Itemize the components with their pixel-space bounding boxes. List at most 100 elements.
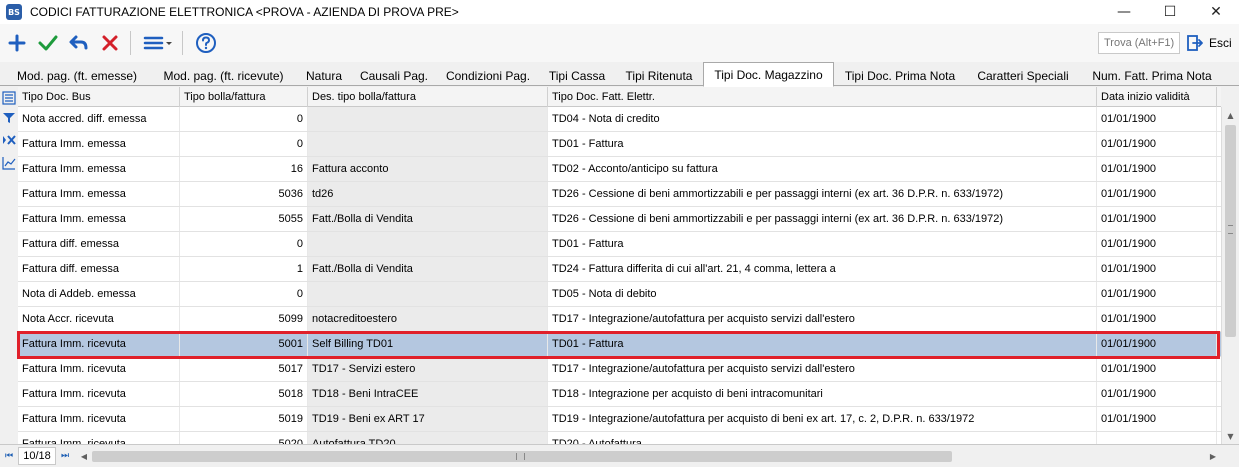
tab-caratteri-speciali[interactable]: Caratteri Speciali bbox=[966, 65, 1080, 86]
table-cell[interactable]: Fattura Imm. emessa bbox=[18, 182, 180, 206]
vertical-scrollbar[interactable]: ▲ ▼ bbox=[1221, 107, 1239, 444]
table-cell[interactable]: TD05 - Nota di debito bbox=[548, 282, 1097, 306]
table-cell[interactable]: 01/01/1900 bbox=[1097, 282, 1217, 306]
scroll-left-icon[interactable]: ◀ bbox=[76, 448, 92, 465]
add-button[interactable] bbox=[3, 28, 31, 58]
column-header[interactable]: Des. tipo bolla/fattura bbox=[308, 87, 548, 107]
table-cell[interactable]: TD01 - Fattura bbox=[548, 232, 1097, 256]
table-cell[interactable]: Nota di Addeb. emessa bbox=[18, 282, 180, 306]
table-cell[interactable]: TD19 - Beni ex ART 17 bbox=[308, 407, 548, 431]
table-cell[interactable]: TD17 - Integrazione/autofattura per acqu… bbox=[548, 307, 1097, 331]
table-cell[interactable]: 0 bbox=[180, 132, 308, 156]
table-cell[interactable]: TD24 - Fattura differita di cui all'art.… bbox=[548, 257, 1097, 281]
table-cell[interactable]: TD01 - Fattura bbox=[548, 132, 1097, 156]
table-cell[interactable]: TD18 - Beni IntraCEE bbox=[308, 382, 548, 406]
table-cell[interactable]: Fattura Imm. emessa bbox=[18, 157, 180, 181]
table-cell[interactable]: 0 bbox=[180, 232, 308, 256]
table-row[interactable]: Nota accred. diff. emessa 0 TD04 - Nota di… bbox=[18, 107, 1221, 132]
table-cell[interactable]: 01/01/1900 bbox=[1097, 182, 1217, 206]
last-record-icon[interactable]: ⏭ bbox=[58, 449, 72, 463]
column-chooser-button[interactable] bbox=[1, 90, 17, 106]
table-cell[interactable]: 01/01/1900 bbox=[1097, 107, 1217, 131]
table-cell[interactable]: 01/01/1900 bbox=[1097, 207, 1217, 231]
tab-tipi-doc-prima-nota[interactable]: Tipi Doc. Prima Nota bbox=[836, 65, 964, 86]
table-cell[interactable]: Autofattura TD20 bbox=[308, 432, 548, 444]
filter-button[interactable] bbox=[1, 110, 17, 126]
table-cell[interactable]: 01/01/1900 bbox=[1097, 307, 1217, 331]
delete-button[interactable] bbox=[96, 28, 124, 58]
table-cell[interactable]: 01/01/1900 bbox=[1097, 407, 1217, 431]
tab-mod-pag-ricevute[interactable]: Mod. pag. (ft. ricevute) bbox=[151, 65, 296, 86]
table-cell[interactable]: Fattura Imm. ricevuta bbox=[18, 357, 180, 381]
help-button[interactable] bbox=[192, 28, 220, 58]
clear-filter-button[interactable] bbox=[1, 132, 17, 148]
table-cell[interactable]: 0 bbox=[180, 282, 308, 306]
column-header[interactable]: Tipo bolla/fattura bbox=[180, 87, 308, 107]
tab-num-fatt-prima-nota[interactable]: Num. Fatt. Prima Nota bbox=[1082, 65, 1222, 86]
tab-mod-pag-emesse[interactable]: Mod. pag. (ft. emesse) bbox=[3, 65, 151, 86]
table-row[interactable]: Fattura Imm. emessa 16 Fattura acconto TD02… bbox=[18, 157, 1221, 182]
exit-button[interactable]: Esci bbox=[1186, 31, 1232, 55]
scroll-right-icon[interactable]: ▶ bbox=[1205, 448, 1221, 465]
table-cell[interactable]: TD17 - Servizi estero bbox=[308, 357, 548, 381]
close-button[interactable]: ✕ bbox=[1193, 0, 1239, 24]
table-cell[interactable]: Fattura Imm. ricevuta bbox=[18, 382, 180, 406]
table-cell[interactable]: Fattura Imm. emessa bbox=[18, 207, 180, 231]
table-cell[interactable]: 1 bbox=[180, 257, 308, 281]
table-cell[interactable]: 16 bbox=[180, 157, 308, 181]
chart-button[interactable] bbox=[1, 155, 17, 171]
table-cell[interactable]: td26 bbox=[308, 182, 548, 206]
minimize-button[interactable]: — bbox=[1101, 0, 1147, 24]
tab-tipi-doc-magazzino[interactable]: Tipi Doc. Magazzino bbox=[703, 62, 834, 87]
table-cell[interactable]: Fatt./Bolla di Vendita bbox=[308, 257, 548, 281]
table-row[interactable]: Nota di Addeb. emessa 0 TD05 - Nota di deb… bbox=[18, 282, 1221, 307]
table-cell[interactable]: Fattura Imm. emessa bbox=[18, 132, 180, 156]
column-header[interactable]: Data inizio validità bbox=[1097, 87, 1217, 107]
table-cell[interactable] bbox=[308, 132, 548, 156]
table-row[interactable]: Fattura diff. emessa 0 TD01 - Fattura 01/01… bbox=[18, 232, 1221, 257]
table-cell[interactable]: 5055 bbox=[180, 207, 308, 231]
table-row[interactable]: Fattura Imm. emessa 0 TD01 - Fattura 01/01/… bbox=[18, 132, 1221, 157]
table-cell[interactable]: 01/01/1900 bbox=[1097, 232, 1217, 256]
table-cell[interactable]: TD17 - Integrazione/autofattura per acqu… bbox=[548, 357, 1097, 381]
table-cell[interactable]: TD19 - Integrazione/autofattura per acqu… bbox=[548, 407, 1097, 431]
menu-button[interactable] bbox=[140, 28, 176, 58]
table-cell[interactable]: Fattura acconto bbox=[308, 157, 548, 181]
table-cell[interactable]: 0 bbox=[180, 107, 308, 131]
table-cell[interactable]: TD26 - Cessione di beni ammortizzabili e… bbox=[548, 207, 1097, 231]
tab-natura[interactable]: Natura bbox=[298, 65, 350, 86]
table-cell[interactable]: 5018 bbox=[180, 382, 308, 406]
table-cell[interactable]: notacreditoestero bbox=[308, 307, 548, 331]
maximize-button[interactable]: ☐ bbox=[1147, 0, 1193, 24]
table-cell[interactable]: TD18 - Integrazione per acquisto di beni… bbox=[548, 382, 1097, 406]
table-cell[interactable]: Fattura Imm. ricevuta bbox=[18, 407, 180, 431]
table-cell[interactable]: Fattura diff. emessa bbox=[18, 257, 180, 281]
table-cell[interactable] bbox=[1097, 432, 1217, 444]
table-cell[interactable]: 5099 bbox=[180, 307, 308, 331]
table-row[interactable]: Fattura Imm. ricevuta 5017 TD17 - Servizi … bbox=[18, 357, 1221, 382]
column-header[interactable]: Tipo Doc. Bus bbox=[18, 87, 180, 107]
table-row[interactable]: Nota Accr. ricevuta 5099 notacreditoestero… bbox=[18, 307, 1221, 332]
table-cell[interactable]: Fattura diff. emessa bbox=[18, 232, 180, 256]
table-cell[interactable]: TD26 - Cessione di beni ammortizzabili e… bbox=[548, 182, 1097, 206]
tab-condizioni-pag[interactable]: Condizioni Pag. bbox=[438, 65, 538, 86]
table-row[interactable]: Fattura Imm. ricevuta 5018 TD18 - Beni Int… bbox=[18, 382, 1221, 407]
table-cell[interactable] bbox=[308, 107, 548, 131]
table-cell[interactable]: 5017 bbox=[180, 357, 308, 381]
table-row[interactable]: Fattura Imm. emessa 5055 Fatt./Bolla di Ve… bbox=[18, 207, 1221, 232]
table-cell[interactable]: 01/01/1900 bbox=[1097, 132, 1217, 156]
column-header[interactable]: Tipo Doc. Fatt. Elettr. bbox=[548, 87, 1097, 107]
scroll-up-icon[interactable]: ▲ bbox=[1222, 107, 1239, 123]
table-cell[interactable]: TD02 - Acconto/anticipo su fattura bbox=[548, 157, 1097, 181]
table-row[interactable]: Fattura diff. emessa 1 Fatt./Bolla di Vend… bbox=[18, 257, 1221, 282]
table-cell[interactable]: TD20 - Autofattura bbox=[548, 432, 1097, 444]
table-cell[interactable]: Fatt./Bolla di Vendita bbox=[308, 207, 548, 231]
table-cell[interactable]: 5019 bbox=[180, 407, 308, 431]
table-cell[interactable]: 5036 bbox=[180, 182, 308, 206]
table-cell[interactable]: Nota accred. diff. emessa bbox=[18, 107, 180, 131]
table-cell[interactable]: 01/01/1900 bbox=[1097, 357, 1217, 381]
table-row[interactable]: Fattura Imm. ricevuta 5020 Autofattura TD2… bbox=[18, 432, 1221, 444]
horizontal-scrollbar[interactable]: ◀ ▶ bbox=[76, 448, 1221, 465]
tab-causali-pag[interactable]: Causali Pag. bbox=[352, 65, 436, 86]
table-cell[interactable] bbox=[308, 282, 548, 306]
